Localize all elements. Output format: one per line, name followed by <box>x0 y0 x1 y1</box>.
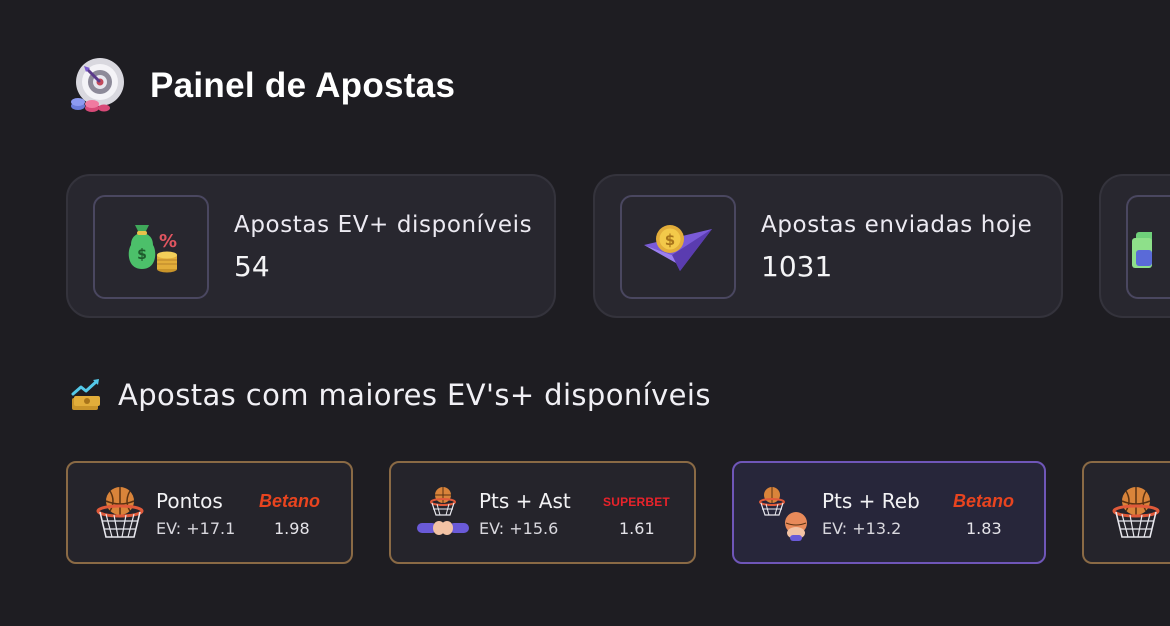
stat-card-sent-today: $ Apostas enviadas hoje 1031 <box>593 174 1063 318</box>
hoop-rebound-icon <box>759 487 807 541</box>
stat-value: 54 <box>234 250 270 283</box>
bet-market: Pts + Reb <box>822 489 920 513</box>
bet-card[interactable]: Pts + Ast EV: +15.6 SUPERBET 1.61 <box>389 461 696 564</box>
bookmaker-logo: Betano <box>259 491 321 511</box>
stat-card-ev-available: $ % Apostas EV+ disponíveis 54 <box>66 174 556 318</box>
bet-ev: EV: +17.1 <box>156 519 236 538</box>
stat-label: Apostas EV+ disponíveis <box>234 212 533 238</box>
bookmaker-logo: Betano <box>953 491 1015 511</box>
svg-text:$: $ <box>137 247 147 263</box>
stat-icon-box: $ % <box>93 195 209 299</box>
basketball-hoop-icon <box>96 487 144 538</box>
svg-text:%: % <box>159 231 177 252</box>
section-title: Apostas com maiores EV's+ disponíveis <box>118 378 711 412</box>
bet-card[interactable]: Pts + Reb EV: +13.2 Betano 1.83 <box>732 461 1046 564</box>
bet-market: Pontos <box>156 489 223 513</box>
stat-card-partial <box>1099 174 1170 318</box>
page-title: Painel de Apostas <box>150 66 456 105</box>
bet-odds: 1.83 <box>966 519 1002 538</box>
svg-text:$: $ <box>665 231 675 249</box>
basketball-hoop-icon <box>1112 487 1160 538</box>
bet-card[interactable] <box>1082 461 1170 564</box>
bet-odds: 1.61 <box>619 519 655 538</box>
money-bag-percent-icon: $ % <box>128 225 177 273</box>
stat-icon-box <box>1126 195 1170 299</box>
target-dart-icon <box>71 58 124 112</box>
bet-odds: 1.98 <box>274 519 310 538</box>
cash-stack-icon <box>1132 232 1152 268</box>
dashboard-page: Painel de Apostas $ % Apostas EV+ dispon… <box>0 0 1170 626</box>
page-header: Painel de Apostas <box>68 56 455 116</box>
section-header: Apostas com maiores EV's+ disponíveis <box>70 378 711 412</box>
bet-card[interactable]: Pontos EV: +17.1 Betano 1.98 <box>66 461 353 564</box>
stat-value: 1031 <box>761 250 833 283</box>
stat-icon-box: $ <box>620 195 736 299</box>
hoop-assist-icon <box>417 487 469 535</box>
paper-plane-coin-icon: $ <box>644 225 712 271</box>
bet-ev: EV: +15.6 <box>479 519 559 538</box>
chart-growth-icon <box>71 379 100 410</box>
bet-ev: EV: +13.2 <box>822 519 902 538</box>
stat-label: Apostas enviadas hoje <box>761 212 1033 238</box>
bookmaker-logo: SUPERBET <box>603 495 670 509</box>
bet-market: Pts + Ast <box>479 489 571 513</box>
